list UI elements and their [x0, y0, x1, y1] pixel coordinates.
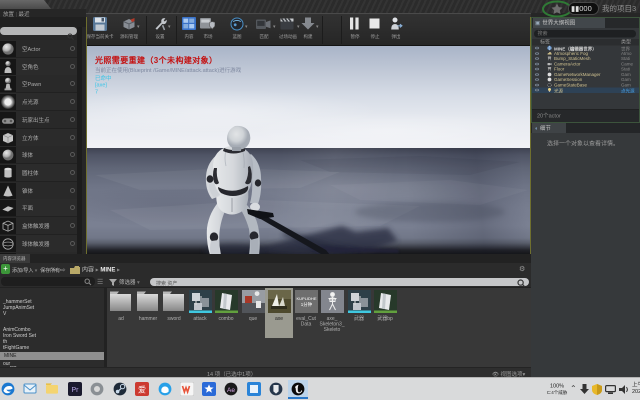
svg-text:Pr: Pr — [72, 387, 80, 394]
svg-text:Ae: Ae — [227, 387, 235, 394]
svg-text:KUPLIDHE: KUPLIDHE — [296, 296, 316, 301]
svg-text:爱: 爱 — [138, 386, 146, 395]
svg-text:1分钟: 1分钟 — [300, 301, 312, 308]
